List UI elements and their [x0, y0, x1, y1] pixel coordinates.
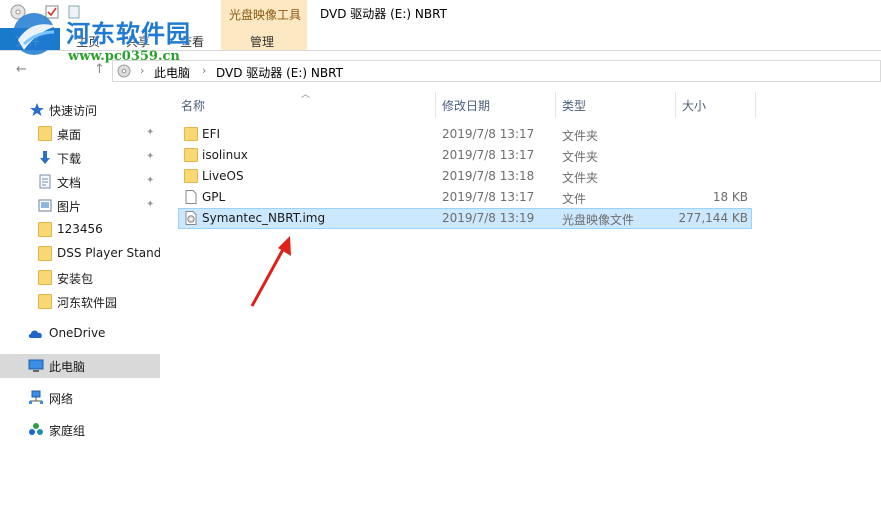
file-name: Symantec_NBRT.img: [202, 211, 326, 225]
computer-icon: [28, 359, 44, 372]
folder-icon: [38, 222, 52, 237]
file-size: 277,144 KB: [678, 211, 748, 225]
file-row-isolinux[interactable]: isolinux 2019/7/8 13:17 文件夹: [178, 145, 752, 166]
sidebar-item-pictures[interactable]: 图片 ✦: [0, 194, 160, 218]
column-header-date[interactable]: 修改日期: [442, 97, 490, 114]
homegroup-icon: [29, 423, 43, 435]
sidebar-item-downloads[interactable]: 下载 ✦: [0, 146, 160, 170]
column-header-size[interactable]: 大小: [682, 97, 706, 114]
file-name: GPL: [202, 190, 226, 204]
file-type: 文件: [562, 192, 587, 206]
sidebar-item-label: OneDrive: [49, 326, 106, 340]
sidebar-item-hedong[interactable]: 河东软件园: [0, 290, 160, 314]
folder-icon: [184, 127, 198, 141]
file-row-liveos[interactable]: LiveOS 2019/7/8 13:18 文件夹: [178, 166, 752, 187]
sidebar-item-label: 快速访问: [49, 104, 98, 118]
star-icon: [30, 103, 44, 116]
sidebar-item-network[interactable]: 网络: [0, 386, 160, 410]
up-button[interactable]: ↑: [94, 62, 105, 77]
context-group-title: 光盘映像工具: [229, 8, 302, 22]
sidebar-item-label: 下载: [57, 152, 82, 166]
sidebar-item-123456[interactable]: 123456: [0, 218, 160, 242]
sidebar-item-label: 桌面: [57, 128, 82, 142]
sidebar-item-label: DSS Player Standa: [57, 246, 160, 260]
folder-icon: [184, 169, 198, 183]
breadcrumb-separator[interactable]: ›: [202, 64, 206, 77]
file-row-symantec-img[interactable]: Symantec_NBRT.img 2019/7/8 13:19 光盘映像文件 …: [178, 208, 752, 229]
pin-icon: ✦: [146, 127, 155, 138]
sidebar-item-quick-access[interactable]: 快速访问: [0, 98, 160, 122]
back-button[interactable]: ←: [16, 62, 27, 77]
sidebar-item-label: 网络: [49, 392, 74, 406]
file-name: isolinux: [202, 148, 248, 162]
navigation-pane: 快速访问 桌面 ✦ 下载 ✦ 文档 ✦ 图片 ✦ 123456 DSS Play…: [0, 90, 160, 506]
pin-icon: ✦: [146, 151, 155, 162]
column-header-type[interactable]: 类型: [562, 97, 586, 114]
file-date: 2019/7/8 13:17: [442, 148, 535, 162]
sidebar-item-installers[interactable]: 安装包: [0, 266, 160, 290]
sidebar-item-label: 安装包: [57, 272, 94, 286]
network-icon: [29, 390, 43, 404]
breadcrumb-this-pc[interactable]: 此电脑: [154, 64, 190, 81]
document-icon: [39, 174, 51, 189]
sidebar-item-label: 文档: [57, 176, 82, 190]
watermark-logo-icon: [13, 13, 56, 55]
file-type: 光盘映像文件: [562, 213, 635, 227]
column-header-name[interactable]: 名称: [181, 97, 205, 114]
file-date: 2019/7/8 13:19: [442, 211, 535, 225]
file-type: 文件夹: [562, 171, 599, 185]
pin-icon: ✦: [146, 199, 155, 210]
sidebar-item-label: 河东软件园: [57, 296, 118, 310]
cloud-icon: [28, 330, 42, 338]
file-row-gpl[interactable]: GPL 2019/7/8 13:17 文件 18 KB: [178, 187, 752, 208]
sidebar-item-dss-player[interactable]: DSS Player Standa: [0, 242, 160, 266]
folder-icon: [38, 270, 52, 285]
file-icon: [185, 190, 197, 204]
file-type: 文件夹: [562, 150, 599, 164]
red-arrow-annotation: [250, 236, 291, 307]
breadcrumb-dvd-drive[interactable]: DVD 驱动器 (E:) NBRT: [216, 64, 343, 81]
file-name: LiveOS: [202, 169, 244, 183]
folder-icon: [184, 148, 198, 162]
folder-icon: [38, 246, 52, 261]
column-divider[interactable]: [675, 92, 676, 118]
sidebar-item-label: 图片: [57, 200, 82, 214]
breadcrumb-separator[interactable]: ›: [140, 64, 144, 77]
sidebar-item-onedrive[interactable]: OneDrive: [0, 322, 160, 346]
file-size: 18 KB: [712, 190, 748, 204]
sidebar-item-desktop[interactable]: 桌面 ✦: [0, 122, 160, 146]
watermark-name: 河东软件园: [66, 19, 191, 48]
file-name: EFI: [202, 127, 221, 141]
file-date: 2019/7/8 13:17: [442, 127, 535, 141]
sidebar-item-label: 此电脑: [49, 360, 86, 374]
sidebar-item-label: 家庭组: [49, 424, 86, 438]
file-type: 文件夹: [562, 129, 599, 143]
dvd-drive-icon: [117, 64, 131, 78]
window-title: DVD 驱动器 (E:) NBRT: [320, 7, 447, 21]
column-divider[interactable]: [755, 92, 756, 118]
sidebar-item-label: 123456: [57, 222, 103, 236]
tab-manage[interactable]: 管理: [250, 33, 274, 50]
sidebar-item-documents[interactable]: 文档 ✦: [0, 170, 160, 194]
file-row-efi[interactable]: EFI 2019/7/8 13:17 文件夹: [178, 124, 752, 145]
file-date: 2019/7/8 13:18: [442, 169, 535, 183]
download-icon: [40, 151, 50, 164]
column-divider[interactable]: [555, 92, 556, 118]
folder-icon: [38, 126, 52, 141]
folder-icon: [38, 294, 52, 309]
sort-ascending-icon: ︿: [301, 90, 311, 100]
disc-image-icon: [185, 211, 197, 225]
picture-icon: [38, 199, 52, 212]
column-divider[interactable]: [435, 92, 436, 118]
sidebar-item-homegroup[interactable]: 家庭组: [0, 418, 160, 442]
sidebar-item-this-pc[interactable]: 此电脑: [0, 354, 160, 378]
file-date: 2019/7/8 13:17: [442, 190, 535, 204]
pin-icon: ✦: [146, 175, 155, 186]
